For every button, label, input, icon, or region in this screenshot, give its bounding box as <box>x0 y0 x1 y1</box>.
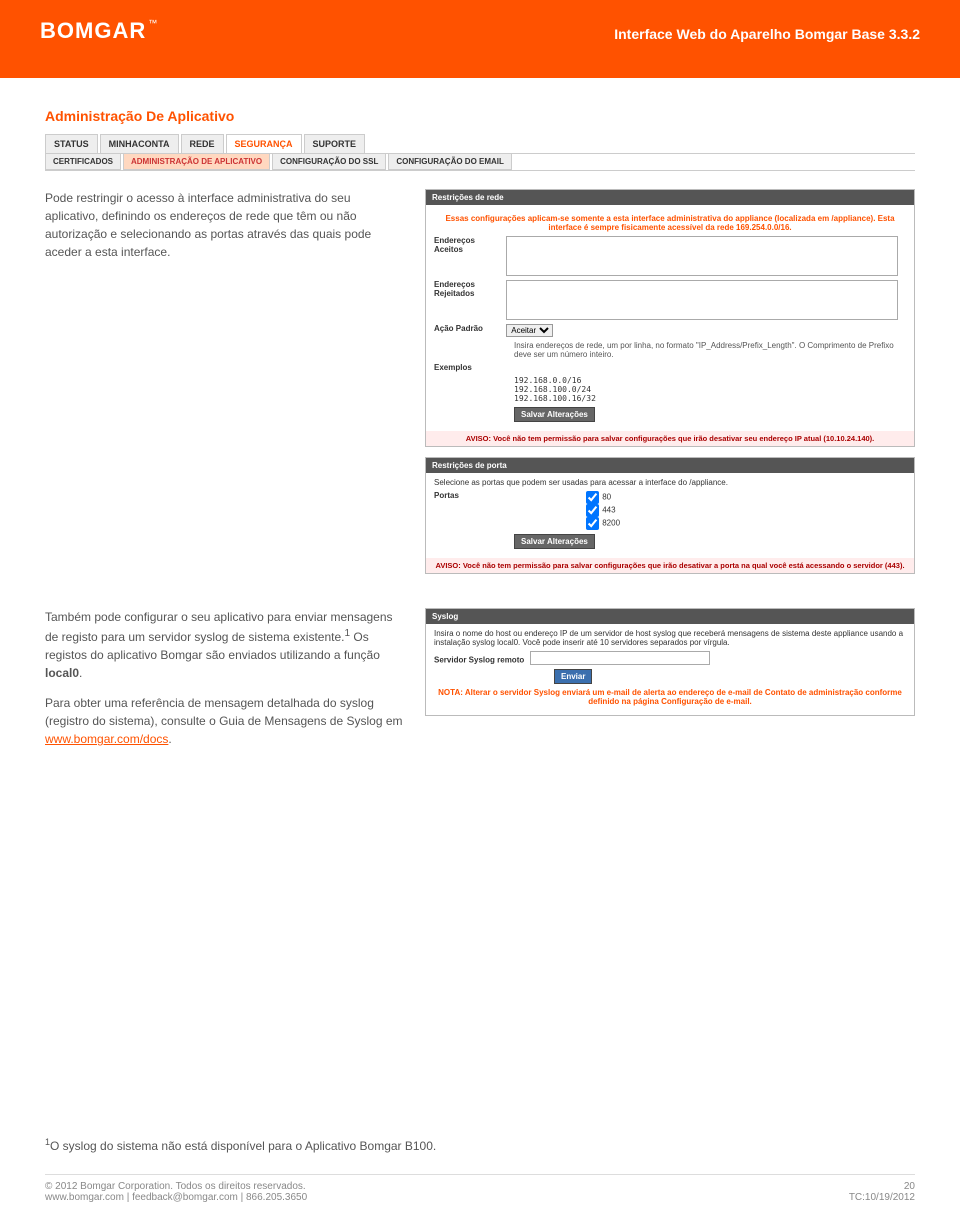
default-action-select[interactable]: Aceitar <box>506 324 553 337</box>
subtab-admin-app[interactable]: ADMINISTRAÇÃO DE APLICATIVO <box>123 154 270 170</box>
page-footer: © 2012 Bomgar Corporation. Todos os dire… <box>45 1174 915 1203</box>
network-warning: AVISO: Você não tem permissão para salva… <box>426 431 914 446</box>
tabs-secondary: CERTIFICADOS ADMINISTRAÇÃO DE APLICATIVO… <box>45 154 915 171</box>
network-panel-header: Restrições de rede <box>426 190 914 205</box>
subtab-email[interactable]: CONFIGURAÇÃO DO EMAIL <box>388 154 512 170</box>
footer-tc: TC:10/19/2012 <box>849 1192 915 1203</box>
syslog-panel-header: Syslog <box>426 609 914 624</box>
tab-seguranca[interactable]: SEGURANÇA <box>226 134 302 153</box>
tab-rede[interactable]: REDE <box>181 134 224 153</box>
tab-status[interactable]: STATUS <box>45 134 98 153</box>
syslog-server-input[interactable] <box>530 651 710 665</box>
page-number: 20 <box>849 1181 915 1192</box>
port-80-checkbox[interactable] <box>586 491 599 504</box>
network-restrictions-panel: Restrições de rede Essas configurações a… <box>425 189 915 447</box>
footnote-text: O syslog do sistema não está disponível … <box>50 1139 436 1153</box>
subtab-certificados[interactable]: CERTIFICADOS <box>45 154 121 170</box>
logo-text: BOMGAR <box>40 18 146 44</box>
rejected-label: Endereços Rejeitados <box>434 280 504 298</box>
syslog-server-label: Servidor Syslog remoto <box>434 656 524 665</box>
contact: www.bomgar.com | feedback@bomgar.com | 8… <box>45 1192 307 1203</box>
examples-text: 192.168.0.0/16 192.168.100.0/24 192.168.… <box>514 376 906 403</box>
examples-label: Exemplos <box>434 363 504 372</box>
syslog-panel: Syslog Insira o nome do host ou endereço… <box>425 608 915 716</box>
copyright: © 2012 Bomgar Corporation. Todos os dire… <box>45 1181 307 1192</box>
default-action-label: Ação Padrão <box>434 324 504 333</box>
syslog-para1: Também pode configurar o seu aplicativo … <box>45 610 393 644</box>
port-warning: AVISO: Você não tem permissão para salva… <box>426 558 914 573</box>
port-443-checkbox[interactable] <box>586 504 599 517</box>
section-heading: Administração De Aplicativo <box>45 108 915 124</box>
syslog-local0: local0 <box>45 666 79 680</box>
port-443-label: 443 <box>602 506 615 515</box>
accepted-label: Endereços Aceitos <box>434 236 504 254</box>
port-restrictions-panel: Restrições de porta Selecione as portas … <box>425 457 915 574</box>
port-80-label: 80 <box>602 493 611 502</box>
page-title: Interface Web do Aparelho Bomgar Base 3.… <box>614 26 920 42</box>
logo: BOMGAR ™ <box>40 18 158 44</box>
footnote: 1O syslog do sistema não está disponível… <box>45 1137 915 1153</box>
docs-link[interactable]: www.bomgar.com/docs <box>45 732 168 746</box>
port-desc: Selecione as portas que podem ser usadas… <box>434 478 906 487</box>
trademark-icon: ™ <box>148 18 158 28</box>
syslog-para2: Para obter uma referência de mensagem de… <box>45 696 403 728</box>
save-ports-button[interactable]: Salvar Alterações <box>514 534 595 549</box>
port-8200-checkbox[interactable] <box>586 517 599 530</box>
tabs-primary: STATUS MINHACONTA REDE SEGURANÇA SUPORTE <box>45 134 915 154</box>
tab-minhaconta[interactable]: MINHACONTA <box>100 134 179 153</box>
save-network-button[interactable]: Salvar Alterações <box>514 407 595 422</box>
port-8200-label: 8200 <box>602 519 620 528</box>
intro-paragraph: Pode restringir o acesso à interface adm… <box>45 189 405 584</box>
syslog-desc: Insira o nome do host ou endereço IP de … <box>434 629 906 647</box>
port-panel-header: Restrições de porta <box>426 458 914 473</box>
ports-label: Portas <box>434 491 504 500</box>
accepted-addresses-input[interactable] <box>506 236 898 276</box>
address-hint: Insira endereços de rede, um por linha, … <box>514 341 906 359</box>
syslog-send-button[interactable]: Enviar <box>554 669 592 684</box>
rejected-addresses-input[interactable] <box>506 280 898 320</box>
tab-suporte[interactable]: SUPORTE <box>304 134 366 153</box>
subtab-ssl[interactable]: CONFIGURAÇÃO DO SSL <box>272 154 386 170</box>
header: BOMGAR ™ Interface Web do Aparelho Bomga… <box>0 0 960 78</box>
syslog-note: NOTA: Alterar o servidor Syslog enviará … <box>434 688 906 706</box>
network-panel-note: Essas configurações aplicam-se somente a… <box>434 214 906 232</box>
